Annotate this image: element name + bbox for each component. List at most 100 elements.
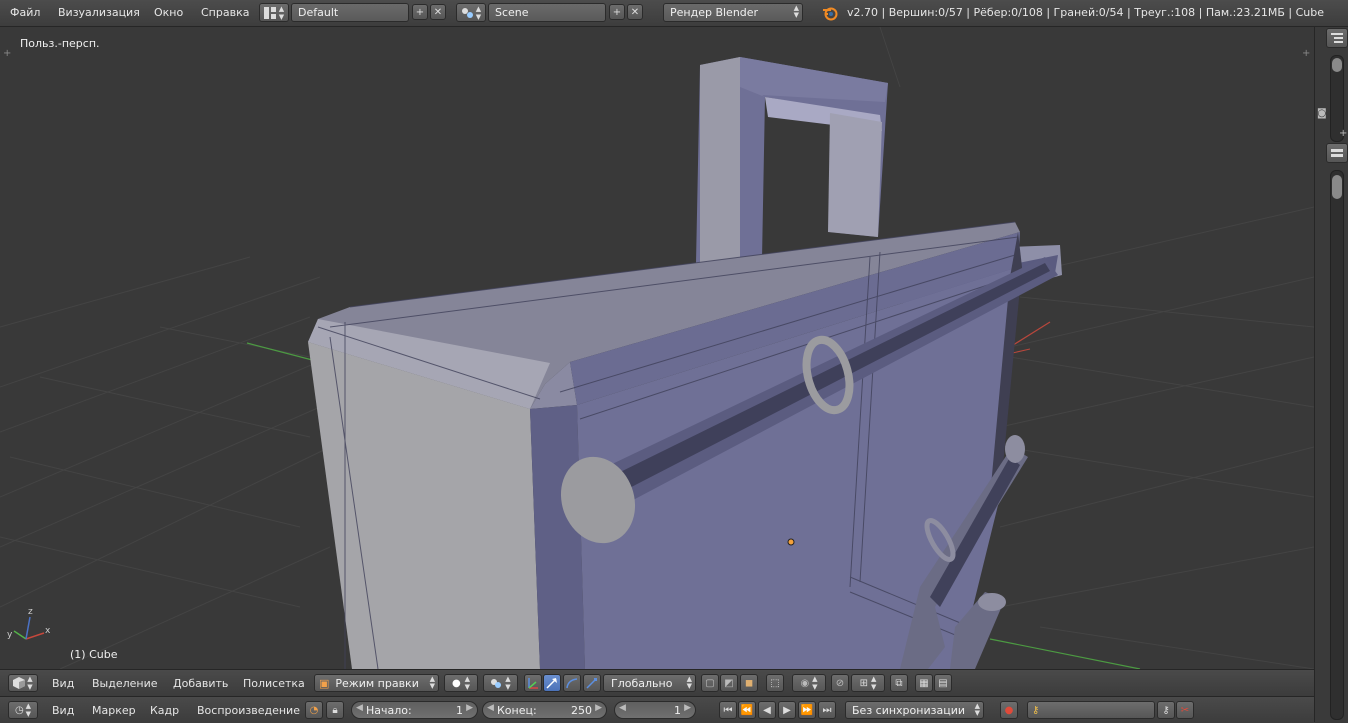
screen-layout-icon[interactable]: ▲ ▼ [259, 3, 289, 22]
outliner-editor-icon[interactable] [1326, 28, 1348, 48]
key-icon: ⚷ [1032, 704, 1040, 716]
properties-scroll-thumb[interactable] [1332, 175, 1342, 199]
sync-mode-label: Без синхронизации [852, 703, 965, 717]
header-menu-add[interactable]: Добавить [173, 677, 228, 690]
remove-layout-icon[interactable]: ✕ [430, 4, 446, 20]
keying-set-field[interactable]: ⚷ [1027, 701, 1155, 719]
header-menu-mesh[interactable]: Полисетка [243, 677, 305, 690]
axis-gizmo [13, 616, 45, 640]
timeline-menu-frame[interactable]: Кадр [150, 704, 179, 717]
screen-layout-field[interactable]: Default [291, 3, 409, 22]
increment-arrow-icon[interactable]: ▶ [466, 703, 473, 713]
remove-scene-icon[interactable]: ✕ [627, 4, 643, 20]
face-select-mode-icon[interactable]: ◼ [740, 674, 758, 692]
auto-keying-record-icon[interactable]: ● [1000, 701, 1018, 719]
proportional-edit-select[interactable]: ◉ ▲ ▼ [792, 674, 826, 692]
mode-select[interactable]: ▣ Режим правки ▲ ▼ [314, 674, 439, 692]
menu-help[interactable]: Справка [201, 6, 249, 19]
header-menu-select[interactable]: Выделение [92, 677, 158, 690]
dropdown-arrows-icon: ▲ ▼ [974, 702, 980, 717]
insert-keyframe-icon[interactable]: ⚷ [1157, 701, 1175, 719]
frame-start-label: Начало: [366, 704, 412, 717]
frame-end-value: 250 [571, 704, 592, 717]
snap-toggle-icon[interactable]: ⊘ [831, 674, 849, 692]
frame-end-label: Конец: [497, 704, 537, 717]
render-engine-select[interactable]: Рендер Blender ▲ ▼ [663, 3, 803, 22]
add-scene-icon[interactable]: + [609, 4, 625, 20]
timeline-header: ◷ ▲ ▼ Вид Маркер Кадр Воспроизведение ◔ 🔒︎… [0, 696, 1314, 723]
edge-select-mode-icon[interactable]: ◩ [720, 674, 738, 692]
opengl-animation-icon[interactable]: ▤ [934, 674, 952, 692]
manipulator-toggle-icon[interactable] [524, 674, 542, 692]
current-frame-field[interactable]: ◀ 1 ▶ [614, 701, 696, 719]
next-keyframe-icon[interactable]: ⏩ [798, 701, 816, 719]
clock-icon: ◷ [14, 704, 24, 716]
toolshelf-toggle-icon[interactable]: + [3, 48, 11, 59]
blender-logo-icon [823, 7, 838, 21]
dropdown-arrows-icon: ▲ ▼ [429, 675, 435, 690]
outliner-scroll-thumb[interactable] [1332, 58, 1342, 72]
prev-keyframe-icon[interactable]: ⏪ [738, 701, 756, 719]
transform-orientation-select[interactable]: Глобально ▲ ▼ [603, 674, 696, 692]
limit-selection-visible-icon[interactable]: ⬚ [766, 674, 784, 692]
handle-mesh [696, 57, 888, 267]
timeline-menu-marker[interactable]: Маркер [92, 704, 136, 717]
translate-manipulator-icon[interactable] [543, 674, 561, 692]
info-header: Файл Визуализация Окно Справка ▲ ▼ Defaul… [0, 0, 1348, 27]
properties-scrollbar[interactable] [1330, 170, 1344, 720]
snap-grid-icon: ⊞ [859, 677, 868, 689]
increment-arrow-icon[interactable]: ▶ [684, 703, 691, 713]
timeline-editor-type-icon[interactable]: ◷ ▲ ▼ [8, 701, 38, 719]
header-menu-view[interactable]: Вид [52, 677, 74, 690]
preview-range-icon[interactable]: ◔ [305, 701, 323, 719]
timeline-menu-view[interactable]: Вид [52, 704, 74, 717]
pivot-point-select[interactable]: ▲ ▼ [483, 674, 518, 692]
pivot-icon [491, 679, 502, 688]
solid-shading-icon: ● [451, 677, 461, 689]
rotate-manipulator-icon[interactable] [563, 674, 581, 692]
decrement-arrow-icon[interactable]: ◀ [356, 703, 363, 713]
opengl-render-icon[interactable]: ▦ [915, 674, 933, 692]
viewport-scene [0, 27, 1314, 669]
frame-end-field[interactable]: ◀ Конец: 250 ▶ [482, 701, 607, 719]
orientation-label: Глобально [611, 676, 673, 690]
3d-view-header: ▲ ▼ Вид Выделение Добавить Полисетка ▣ Ре… [0, 669, 1314, 696]
current-frame-value: 1 [674, 704, 681, 717]
delete-keyframe-icon[interactable]: ✂ [1176, 701, 1194, 719]
dropdown-arrows-icon: ▲ ▼ [686, 675, 692, 690]
decrement-arrow-icon[interactable]: ◀ [619, 703, 626, 713]
scene-icon[interactable]: ▲ ▼ [456, 3, 486, 22]
expand-icon[interactable]: + [1339, 128, 1347, 139]
scene-field[interactable]: Scene [488, 3, 606, 22]
3d-viewport[interactable]: x y z Польз.-персп. (1) Cube + + [0, 27, 1314, 669]
view-mode-label: Польз.-персп. [20, 37, 100, 50]
vertex-select-mode-icon[interactable]: ▢ [701, 674, 719, 692]
menu-file[interactable]: Файл [10, 6, 40, 19]
frame-start-field[interactable]: ◀ Начало: 1 ▶ [351, 701, 478, 719]
play-reverse-icon[interactable]: ◀ [758, 701, 776, 719]
object-origin-icon [787, 538, 795, 546]
axis-z-label: z [28, 607, 33, 617]
y-axis-line-end [989, 638, 1141, 669]
snap-element-select[interactable]: ⊞ ▲ ▼ [851, 674, 885, 692]
properties-toggle-icon[interactable]: + [1302, 48, 1310, 59]
increment-arrow-icon[interactable]: ▶ [595, 703, 602, 713]
properties-editor-icon[interactable] [1326, 143, 1348, 163]
lock-range-icon[interactable]: 🔒︎ [326, 701, 344, 719]
jump-end-icon[interactable]: ⏭ [818, 701, 836, 719]
sync-mode-select[interactable]: Без синхронизации ▲ ▼ [845, 701, 984, 719]
add-layout-icon[interactable]: + [412, 4, 428, 20]
jump-start-icon[interactable]: ⏮ [719, 701, 737, 719]
copy-icon[interactable]: ⧉ [890, 674, 908, 692]
menu-window[interactable]: Окно [154, 6, 183, 19]
play-icon[interactable]: ▶ [778, 701, 796, 719]
viewport-shading-select[interactable]: ● ▲ ▼ [444, 674, 478, 692]
editor-type-icon[interactable]: ▲ ▼ [8, 674, 38, 692]
menu-render[interactable]: Визуализация [58, 6, 140, 19]
camera-icon: ◙ [1317, 108, 1327, 119]
timeline-menu-playback[interactable]: Воспроизведение [197, 704, 300, 717]
axis-x-label: x [45, 626, 51, 636]
scale-manipulator-icon[interactable] [583, 674, 601, 692]
decrement-arrow-icon[interactable]: ◀ [487, 703, 494, 713]
axis-y-label: y [7, 630, 13, 640]
